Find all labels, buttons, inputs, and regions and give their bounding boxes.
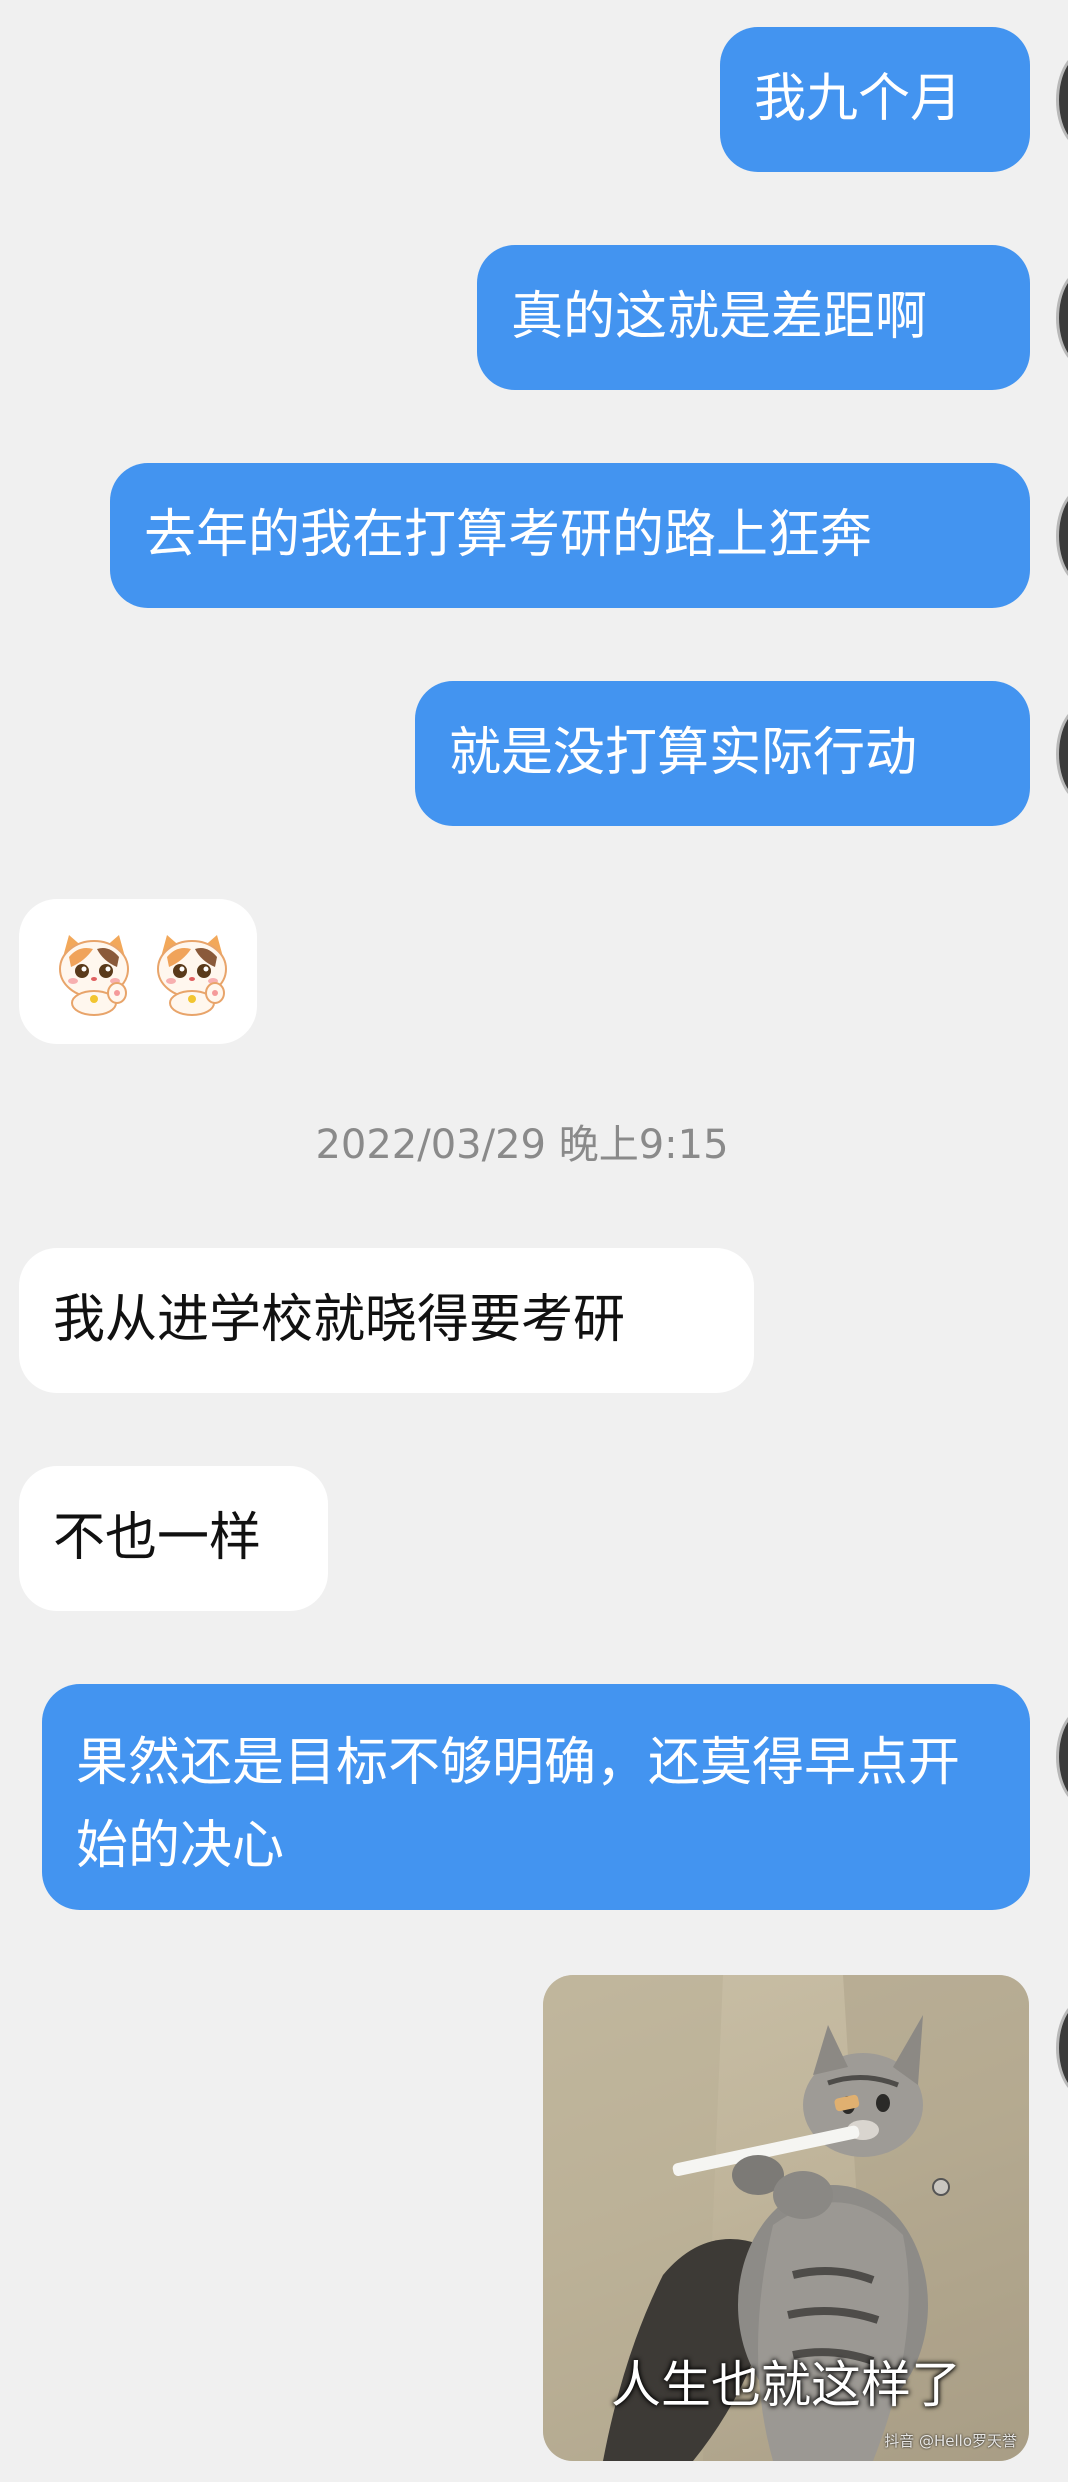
- avatar[interactable]: [1056, 50, 1068, 150]
- message-text: 我从进学校就晓得要考研: [53, 1289, 626, 1350]
- image-message[interactable]: 人生也就这样了 抖音 @Hello罗天誉: [543, 1975, 1029, 2461]
- image-watermark: 抖音 @Hello罗天誉: [884, 2432, 1017, 2450]
- message-text: 我九个月: [754, 68, 963, 129]
- message-bubble-incoming[interactable]: 我从进学校就晓得要考研: [19, 1248, 754, 1393]
- message-bubble-outgoing[interactable]: 去年的我在打算考研的路上狂奔: [110, 463, 1030, 608]
- message-text: 真的这就是差距啊: [511, 286, 928, 347]
- message-bubble-outgoing[interactable]: 真的这就是差距啊: [477, 245, 1030, 390]
- message-bubble-outgoing[interactable]: 果然还是目标不够明确，还莫得早点开始的决心: [42, 1684, 1030, 1910]
- lucky-cat-sticker-icon: [157, 934, 227, 1016]
- message-bubble-outgoing[interactable]: 就是没打算实际行动: [415, 681, 1030, 826]
- lucky-cat-sticker-icon: [59, 934, 129, 1016]
- avatar[interactable]: [1056, 1707, 1068, 1807]
- sticker-bubble-incoming[interactable]: [19, 899, 257, 1044]
- avatar[interactable]: [1056, 268, 1068, 368]
- avatar[interactable]: [1056, 486, 1068, 586]
- message-bubble-incoming[interactable]: 不也一样: [19, 1466, 328, 1611]
- chat-timestamp: 2022/03/29 晚上9:15: [315, 1122, 729, 1168]
- message-text: 去年的我在打算考研的路上狂奔: [144, 504, 873, 565]
- message-text: 不也一样: [53, 1507, 262, 1568]
- message-text: 果然还是目标不够明确，还莫得早点开始的决心: [76, 1733, 961, 1876]
- avatar[interactable]: [1056, 1998, 1068, 2098]
- sticker: [49, 927, 237, 1017]
- avatar[interactable]: [1056, 704, 1068, 804]
- image-caption: 人生也就这样了: [611, 2356, 961, 2414]
- message-bubble-outgoing[interactable]: 我九个月: [720, 27, 1030, 172]
- message-text: 就是没打算实际行动: [449, 722, 918, 783]
